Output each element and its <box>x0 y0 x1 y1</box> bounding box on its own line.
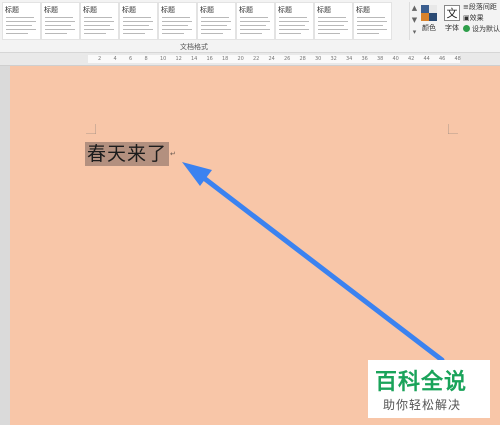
watermark-subtitle: 助你轻松解决 <box>383 398 462 412</box>
watermark-title: 百科全说 <box>375 370 468 395</box>
